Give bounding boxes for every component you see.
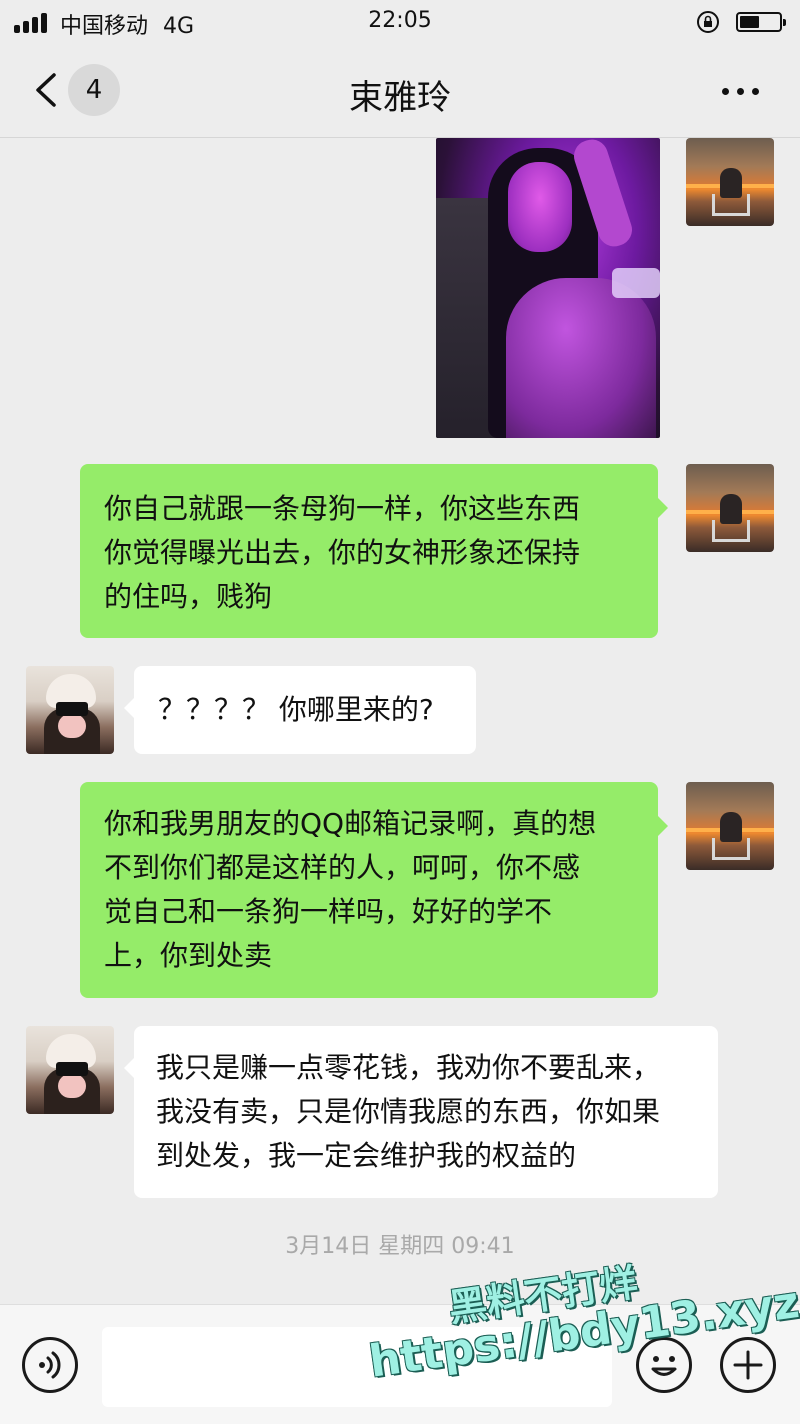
message-line: 你和我男朋友的QQ邮箱记录啊，真的想 (104, 807, 597, 840)
message-bubble-other[interactable]: ？？？？ 你哪里来的? (124, 666, 476, 754)
contact-avatar[interactable] (26, 1026, 114, 1114)
message-bubble-self[interactable]: 你和我男朋友的QQ邮箱记录啊，真的想 不到你们都是这样的人，呵呵，你不感 觉自己… (80, 782, 668, 998)
chat-screen: 中国移动 4G 22:05 4 束雅玲 你自己就跟一条母狗一样，你这些东西 你觉… (0, 0, 800, 1424)
nav-bar: 4 束雅玲 (0, 44, 800, 138)
message-bubble-other[interactable]: 我只是赚一点零花钱，我劝你不要乱来， 我没有卖，只是你情我愿的东西，你如果 到处… (124, 1026, 718, 1198)
message-line: 上，你到处卖 (104, 939, 273, 972)
voice-icon (39, 1351, 61, 1379)
message-line: 我没有卖，只是你情我愿的东西，你如果 (156, 1095, 661, 1128)
status-time: 22:05 (368, 8, 432, 33)
image-message[interactable] (436, 138, 660, 438)
contact-avatar[interactable] (26, 666, 114, 754)
rotation-lock-icon (697, 11, 719, 33)
message-line: 的住吗，贱狗 (104, 580, 273, 613)
self-avatar[interactable] (686, 464, 774, 552)
message-line: 不到你们都是这样的人，呵呵，你不感 (104, 851, 581, 884)
battery-icon (736, 12, 786, 32)
self-avatar[interactable] (686, 138, 774, 226)
more-dots-icon (722, 88, 729, 95)
message-line: 到处发，我一定会维护我的权益的 (156, 1139, 577, 1172)
chat-title: 束雅玲 (349, 78, 451, 118)
more-options-button[interactable] (716, 68, 766, 112)
self-avatar[interactable] (686, 782, 774, 870)
voice-input-button[interactable] (22, 1337, 78, 1393)
message-line: ？？？？ 你哪里来的? (158, 693, 434, 726)
message-line: 你自己就跟一条母狗一样，你这些东西 (104, 492, 581, 525)
message-bubble-self[interactable]: 你自己就跟一条母狗一样，你这些东西 你觉得曝光出去，你的女神形象还保持 的住吗，… (80, 464, 668, 638)
message-line: 觉自己和一条狗一样吗，好好的学不 (104, 895, 553, 928)
message-line: 我只是赚一点零花钱，我劝你不要乱来， (156, 1051, 661, 1084)
status-bar: 中国移动 4G 22:05 (0, 0, 800, 44)
message-line: 你觉得曝光出去，你的女神形象还保持 (104, 536, 581, 569)
